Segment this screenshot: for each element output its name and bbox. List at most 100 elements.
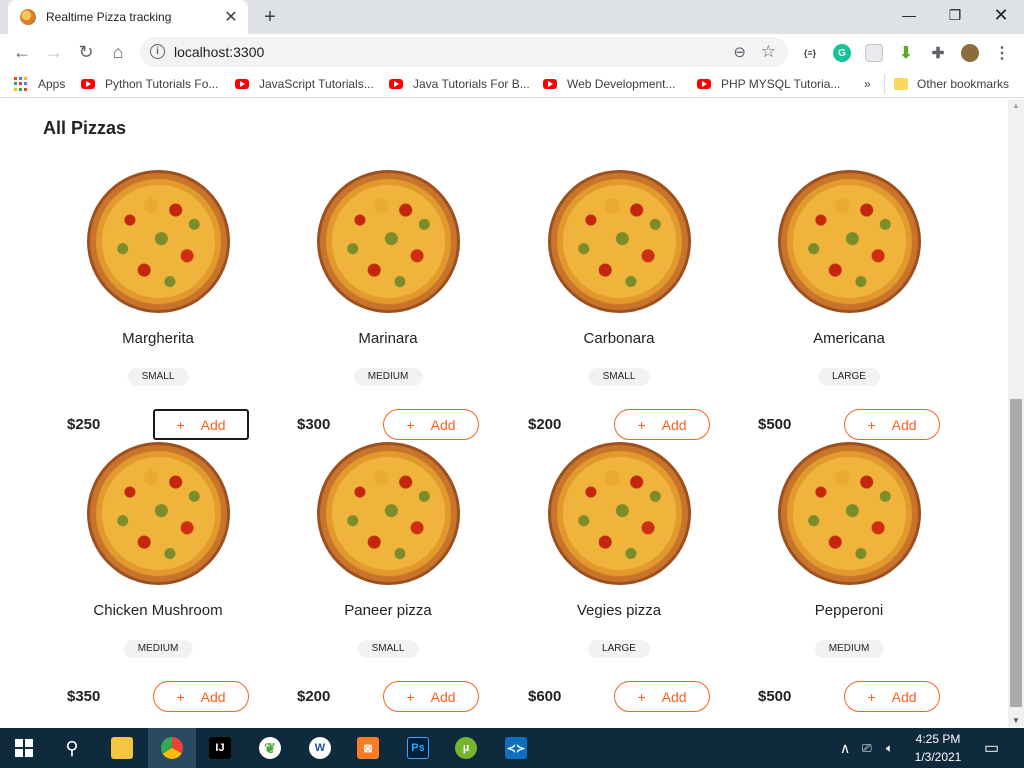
size-badge: MEDIUM [814,640,884,658]
pizza-name: Carbonara [583,330,655,347]
json-extension-icon[interactable]: {≡} [801,44,819,62]
new-tab-icon[interactable]: + [258,5,282,29]
system-clock[interactable]: 4:25 PM 1/3/2021 [908,730,968,766]
back-icon[interactable]: ← [8,38,36,66]
plus-icon: + [637,688,646,705]
pizza-card: Americana LARGE $500 + Add [734,159,964,440]
clock-time: 4:25 PM [915,732,961,746]
extension-box-icon[interactable] [865,44,883,62]
pizza-image [87,442,230,585]
add-to-cart-button[interactable]: + Add [153,681,249,712]
pizza-name: Pepperoni [814,602,884,619]
size-badge: SMALL [127,368,189,386]
bookmark-item[interactable]: Python Tutorials Fo... [81,75,218,93]
pizza-favicon-icon [20,9,36,25]
menu-kebab-icon[interactable]: ⋮ [993,44,1011,62]
chrome-icon[interactable] [148,728,196,768]
apps-grid-icon [14,77,28,91]
pizza-image [548,170,691,313]
utorrent-icon[interactable]: µ [442,728,490,768]
xampp-icon[interactable]: ⊠ [344,728,392,768]
photoshop-icon[interactable]: Ps [394,728,442,768]
site-info-icon[interactable]: i [150,44,165,59]
pizza-card: Chicken Mushroom MEDIUM $350 + Add [43,431,273,712]
tab-strip: Realtime Pizza tracking ✕ + — ❐ ✕ [0,0,1024,34]
pizza-name: Chicken Mushroom [93,602,223,619]
bookmark-item[interactable]: JavaScript Tutorials... [235,75,374,93]
tab-title: Realtime Pizza tracking [46,10,172,24]
address-bar[interactable]: i localhost:3300 ⊖ ☆ [140,37,788,67]
bookmark-label: Web Development... [567,77,676,91]
home-icon[interactable]: ⌂ [104,38,132,66]
size-badge: LARGE [818,368,880,386]
bookmarks-bar: Apps Python Tutorials Fo... JavaScript T… [0,70,1024,98]
pizza-card: Paneer pizza SMALL $200 + Add [273,431,503,712]
windows-taskbar: ⚲ IJ ❦ W ⊠ Ps µ ≺≻ ∧ ⎚ 🔈︎ 4:25 PM 1/3/20… [0,728,1024,768]
vscode-icon[interactable]: ≺≻ [492,728,540,768]
browser-toolbar: ← → ↻ ⌂ i localhost:3300 ⊖ ☆ {≡} G ⬇ ✚ ⋮ [0,34,1024,70]
profile-avatar-icon[interactable] [961,44,979,62]
notifications-icon[interactable]: ▭ [984,728,999,768]
restore-icon[interactable]: ❐ [932,0,978,30]
youtube-icon [389,79,403,89]
clock-date: 1/3/2021 [914,750,962,764]
app-icon[interactable]: W [296,728,344,768]
scrollbar-thumb[interactable] [1010,399,1022,707]
pizza-image [317,170,460,313]
add-to-cart-button[interactable]: + Add [614,681,710,712]
bookmark-label: Java Tutorials For B... [413,77,530,91]
reload-icon[interactable]: ↻ [72,38,100,66]
close-window-icon[interactable]: ✕ [978,0,1024,30]
bookmark-apps[interactable]: Apps [14,75,65,93]
bookmark-label: Apps [38,77,66,91]
youtube-icon [543,79,557,89]
youtube-icon [697,79,711,89]
pizza-image [778,442,921,585]
bookmark-label: PHP MYSQL Tutoria... [721,77,841,91]
pizza-card: Margherita SMALL $250 + Add [43,159,273,440]
bookmark-label: JavaScript Tutorials... [259,77,374,91]
size-badge: MEDIUM [353,368,423,386]
bookmark-star-icon[interactable]: ☆ [761,42,776,62]
extensions-puzzle-icon[interactable]: ✚ [929,44,947,62]
url-text[interactable]: localhost:3300 [174,44,264,60]
scroll-up-icon[interactable]: ▲ [1012,101,1020,110]
browser-tab[interactable]: Realtime Pizza tracking ✕ [8,0,248,34]
bookmark-other[interactable]: Other bookmarks [894,75,1009,93]
download-extension-icon[interactable]: ⬇ [897,44,915,62]
pizza-price: $500 [758,688,792,705]
mongodb-icon[interactable]: ❦ [246,728,294,768]
bookmark-item[interactable]: Java Tutorials For B... [389,75,530,93]
plus-icon: + [406,688,415,705]
zoom-icon[interactable]: ⊖ [733,43,746,61]
bookmark-label: Other bookmarks [917,77,1010,91]
network-icon[interactable]: ⎚ [862,728,872,768]
folder-icon [894,78,908,90]
forward-icon[interactable]: → [40,38,68,66]
bookmark-item[interactable]: Web Development... [543,75,676,93]
pizza-card: Pepperoni MEDIUM $500 + Add [734,431,964,712]
pizza-price: $200 [297,688,331,705]
close-tab-icon[interactable]: ✕ [220,6,242,28]
youtube-icon [81,79,95,89]
add-to-cart-button[interactable]: + Add [844,681,940,712]
pizza-card: Marinara MEDIUM $300 + Add [273,159,503,440]
add-label: Add [661,688,687,705]
search-icon[interactable]: ⚲ [48,728,96,768]
pizza-name: Marinara [358,330,418,347]
bookmarks-overflow-button[interactable]: » [864,75,871,93]
start-button[interactable] [0,728,48,768]
minimize-icon[interactable]: — [886,0,932,30]
scroll-down-icon[interactable]: ▼ [1012,716,1020,725]
add-to-cart-button[interactable]: + Add [383,681,479,712]
file-explorer-icon[interactable] [98,728,146,768]
intellij-icon[interactable]: IJ [196,728,244,768]
pizza-name: Paneer pizza [344,602,432,619]
volume-icon[interactable]: 🔈︎ [886,728,893,768]
size-badge: LARGE [588,640,650,658]
page-scrollbar[interactable]: ▲ ▼ [1008,99,1024,727]
grammarly-extension-icon[interactable]: G [833,44,851,62]
add-label: Add [200,688,226,705]
bookmark-item[interactable]: PHP MYSQL Tutoria... [697,75,840,93]
tray-chevron-icon[interactable]: ∧ [840,728,850,768]
